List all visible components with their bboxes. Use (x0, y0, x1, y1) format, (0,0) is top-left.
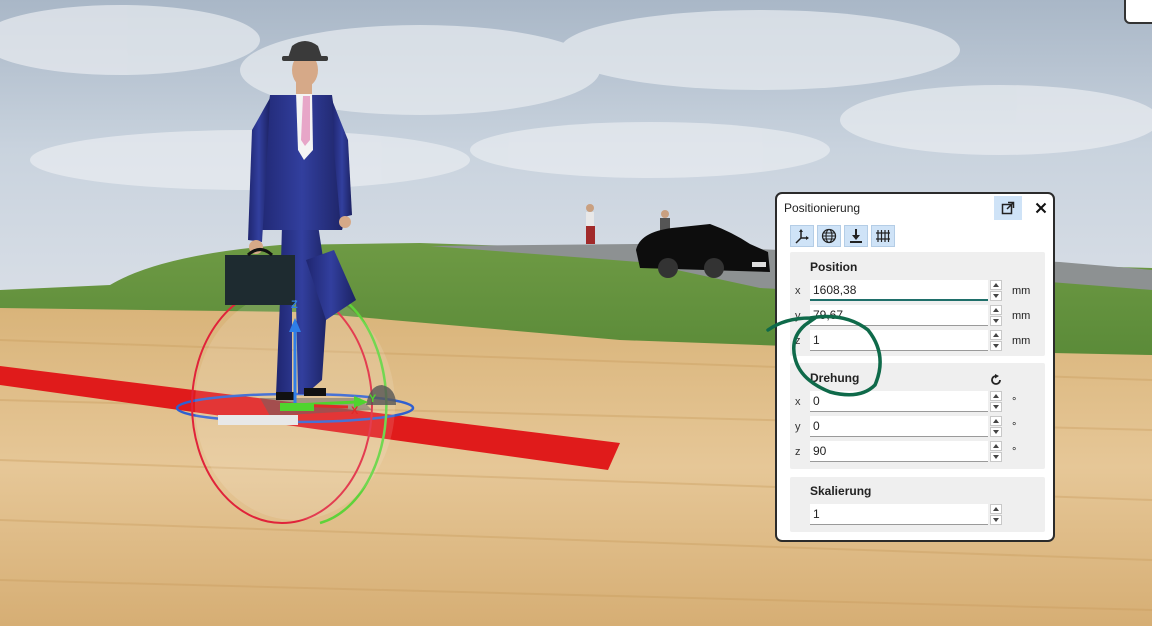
position-x-input[interactable] (810, 280, 988, 301)
position-y-decrement[interactable] (990, 316, 1002, 326)
position-y-unit: mm (1012, 310, 1031, 322)
rotation-y-increment[interactable] (990, 416, 1002, 426)
rotation-title: Drehung (810, 371, 860, 385)
position-y-spinner (990, 305, 1002, 327)
rotation-z-increment[interactable] (990, 441, 1002, 451)
position-x-row: x mm (790, 280, 1045, 302)
position-x-unit: mm (1012, 285, 1031, 297)
rotation-y-decrement[interactable] (990, 427, 1002, 437)
spin-down-icon (993, 294, 999, 298)
drop-to-floor-icon (850, 229, 862, 243)
rotation-reset-button[interactable] (990, 374, 1002, 389)
scale-input[interactable] (810, 504, 988, 525)
rotation-y-label: y (795, 421, 801, 433)
close-icon (1035, 202, 1047, 214)
rotation-y-unit: ° (1012, 421, 1017, 433)
panel-title: Positionierung (784, 201, 861, 215)
spin-up-icon (993, 444, 999, 448)
grid-tool-button[interactable] (871, 225, 895, 247)
spin-up-icon (993, 283, 999, 287)
position-z-increment[interactable] (990, 330, 1002, 340)
rotation-y-row: y ° (790, 416, 1045, 438)
spin-down-icon (993, 344, 999, 348)
position-z-spinner (990, 330, 1002, 352)
gizmo-y-label: Y (369, 393, 377, 405)
axes-tool-button[interactable] (790, 225, 814, 247)
spin-down-icon (993, 319, 999, 323)
rotation-x-increment[interactable] (990, 391, 1002, 401)
scale-decrement[interactable] (990, 515, 1002, 525)
positioning-panel: Positionierung Position x 1608,38 mm y 7… (775, 192, 1055, 542)
position-x-spinner (990, 280, 1002, 302)
rotation-z-row: z ° (790, 441, 1045, 463)
scale-row (790, 504, 1045, 526)
spin-up-icon (993, 394, 999, 398)
spin-up-icon (993, 333, 999, 337)
rotation-x-decrement[interactable] (990, 402, 1002, 412)
rotation-y-input[interactable] (810, 416, 988, 437)
gizmo-plane-handle[interactable] (280, 403, 314, 411)
rotation-x-input[interactable] (810, 391, 988, 412)
rotation-z-spinner (990, 441, 1002, 463)
rotation-x-unit: ° (1012, 396, 1017, 408)
popout-icon (1001, 201, 1015, 215)
gizmo-x-label: X (351, 405, 359, 417)
globe-icon (821, 228, 837, 244)
position-title: Position (810, 260, 858, 274)
rotation-y-spinner (990, 416, 1002, 438)
scale-increment[interactable] (990, 504, 1002, 514)
spin-down-icon (993, 518, 999, 522)
grid-icon (876, 230, 890, 242)
position-z-input[interactable] (810, 330, 988, 351)
axes-icon (795, 229, 809, 244)
globe-tool-button[interactable] (817, 225, 841, 247)
position-z-row: z mm (790, 330, 1045, 352)
corner-widget[interactable] (1124, 0, 1152, 24)
rotation-z-input[interactable] (810, 441, 988, 462)
spin-down-icon (993, 430, 999, 434)
scale-spinner (990, 504, 1002, 526)
position-x-increment[interactable] (990, 280, 1002, 290)
position-z-unit: mm (1012, 335, 1031, 347)
close-button[interactable] (1027, 196, 1053, 220)
position-group: Position x mm y mm z m (790, 252, 1045, 356)
spin-up-icon (993, 419, 999, 423)
position-y-label: y (795, 310, 801, 322)
toolbar (790, 225, 895, 247)
rotation-group: Drehung x ° y ° z (790, 363, 1045, 469)
rotation-x-row: x ° (790, 391, 1045, 413)
position-z-label: z (795, 335, 801, 347)
drop-to-floor-button[interactable] (844, 225, 868, 247)
gizmo-z-label: Z (291, 299, 298, 311)
spin-up-icon (993, 308, 999, 312)
rotation-z-label: z (795, 446, 801, 458)
rotation-z-decrement[interactable] (990, 452, 1002, 462)
position-x-label: x (795, 285, 801, 297)
spin-down-icon (993, 405, 999, 409)
scale-title: Skalierung (810, 484, 872, 498)
position-y-increment[interactable] (990, 305, 1002, 315)
position-x-decrement[interactable] (990, 291, 1002, 301)
scale-group: Skalierung (790, 477, 1045, 532)
spin-up-icon (993, 507, 999, 511)
position-z-decrement[interactable] (990, 341, 1002, 351)
spin-down-icon (993, 455, 999, 459)
rotation-x-label: x (795, 396, 801, 408)
rotation-z-unit: ° (1012, 446, 1017, 458)
rotation-x-spinner (990, 391, 1002, 413)
rotate-reset-icon (991, 374, 1001, 385)
popout-button[interactable] (994, 196, 1022, 220)
position-y-row: y mm (790, 305, 1045, 327)
position-y-input[interactable] (810, 305, 988, 326)
